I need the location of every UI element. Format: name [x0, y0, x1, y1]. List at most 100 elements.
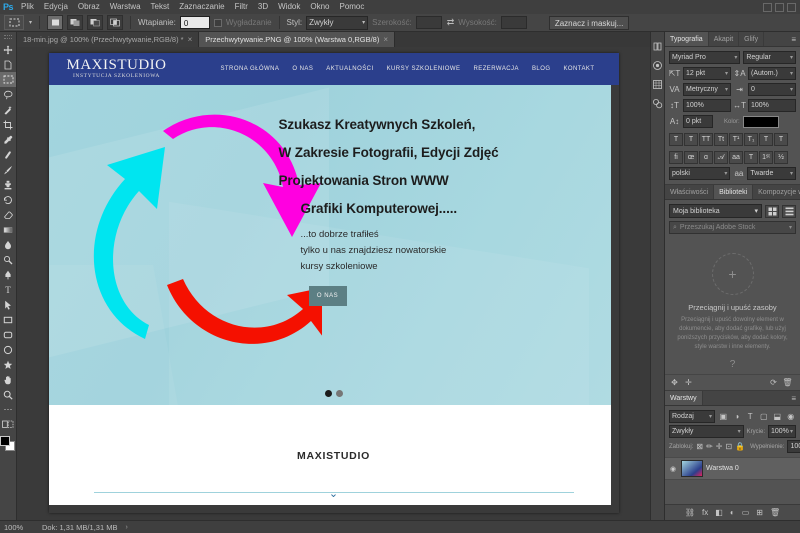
lock-all-icon[interactable]: 🔒 — [735, 441, 745, 453]
lock-artboard-icon[interactable]: ⊡ — [725, 441, 732, 453]
menu-obraz[interactable]: Obraz — [73, 0, 105, 14]
faux-bold-button[interactable]: T — [669, 133, 683, 146]
tab-typografia[interactable]: Typografia — [665, 32, 709, 46]
nav-kontakt[interactable]: KONTAKT — [563, 66, 594, 72]
rectangle-tool[interactable] — [0, 312, 16, 327]
slider-dot-2[interactable] — [335, 390, 343, 397]
pixel-filter-icon[interactable]: ▣ — [718, 411, 729, 423]
ordinals-button[interactable]: 1ˢᵗ — [759, 151, 773, 164]
minimize-button[interactable] — [763, 2, 772, 12]
chevron-down-icon[interactable]: ⌄ — [329, 489, 338, 500]
menu-filtr[interactable]: Filtr — [230, 0, 253, 14]
eraser-tool[interactable] — [0, 207, 16, 222]
character-styles-icon[interactable] — [651, 78, 664, 91]
horizontal-scale-input[interactable]: 100% — [748, 99, 796, 112]
fx-icon[interactable]: fx — [702, 508, 708, 517]
menu-edycja[interactable]: Edycja — [39, 0, 73, 14]
tab-biblioteki[interactable]: Biblioteki — [714, 185, 754, 199]
text-color-swatch[interactable] — [742, 115, 779, 128]
kerning-input[interactable]: Metryczny ▾ — [683, 83, 731, 96]
nav-strona-glowna[interactable]: STRONA GŁÓWNA — [220, 66, 279, 72]
zoom-level[interactable]: 100% — [4, 523, 34, 532]
eyedropper-tool[interactable] — [0, 132, 16, 147]
gradient-tool[interactable] — [0, 222, 16, 237]
add-to-selection-icon[interactable] — [67, 15, 84, 30]
menu-widok[interactable]: Widok — [273, 0, 305, 14]
library-select[interactable]: Moja biblioteka ▾ — [669, 204, 762, 218]
add-style-icon[interactable]: ✛ — [683, 377, 694, 388]
vertical-scale-input[interactable]: 100% — [683, 99, 731, 112]
quick-mask-icon[interactable] — [0, 417, 16, 432]
menu-zaznaczanie[interactable]: Zaznaczanie — [174, 0, 229, 14]
toolbar-grip[interactable] — [4, 35, 12, 39]
document-canvas[interactable]: MAXISTUDIO INSTYTUCJA SZKOLENIOWA STRONA… — [48, 53, 619, 513]
layer-name[interactable]: Warstwa 0 — [706, 465, 739, 472]
nav-kursy-szkoleniowe[interactable]: KURSY SZKOLENIOWE — [387, 66, 461, 72]
hero-cta-button[interactable]: O NAS — [308, 286, 347, 306]
blend-mode-select[interactable]: Zwykły ▾ — [669, 425, 744, 438]
adjustment-filter-icon[interactable]: ◑ — [732, 411, 743, 423]
style-select[interactable]: Zwykły ▾ — [306, 15, 369, 30]
close-icon[interactable]: × — [383, 35, 388, 44]
group-icon[interactable]: ▭ — [742, 508, 750, 517]
discretionary-ligatures-button[interactable]: ɑ — [699, 151, 713, 164]
quick-selection-tool[interactable] — [0, 102, 16, 117]
height-input[interactable] — [500, 16, 527, 29]
antialias-checkbox[interactable] — [213, 18, 222, 27]
artboard-tool[interactable] — [0, 57, 16, 72]
lock-image-icon[interactable]: ✏ — [706, 441, 713, 453]
swash-button[interactable]: 𝒜 — [714, 151, 728, 164]
help-icon[interactable]: ? — [669, 359, 796, 370]
standard-ligatures-button[interactable]: fi — [669, 151, 683, 164]
panel-menu-icon[interactable]: ≡ — [787, 32, 800, 46]
canvas-area[interactable]: MAXISTUDIO INSTYTUCJA SZKOLENIOWA STRONA… — [17, 47, 650, 520]
hand-tool[interactable] — [0, 372, 16, 387]
zoom-tool[interactable] — [0, 387, 16, 402]
menu-pomoc[interactable]: Pomoc — [334, 0, 369, 14]
contextual-alternates-button[interactable]: œ — [684, 151, 698, 164]
lasso-tool[interactable] — [0, 87, 16, 102]
intersect-selection-icon[interactable] — [107, 15, 124, 30]
width-input[interactable] — [415, 16, 442, 29]
type-filter-icon[interactable]: T — [745, 411, 756, 423]
stock-search-field[interactable]: ⌕ Przeszukaj Adobe Stock ▾ — [669, 221, 796, 234]
small-caps-button[interactable]: Tt — [714, 133, 728, 146]
menu-okno[interactable]: Okno — [305, 0, 334, 14]
shape-filter-icon[interactable]: ▢ — [759, 411, 770, 423]
status-chevron-icon[interactable]: › — [125, 524, 127, 531]
tool-preset-chevron-icon[interactable]: ▾ — [29, 19, 32, 26]
layer-filter-select[interactable]: Rodzaj ▾ — [669, 410, 715, 423]
history-panel-icon[interactable] — [651, 40, 664, 53]
tab-warstwy[interactable]: Warstwy — [665, 391, 703, 405]
list-view-icon[interactable] — [782, 204, 796, 218]
current-tool-icon[interactable] — [4, 15, 24, 30]
tab-kompozycje-warstw[interactable]: Kompozycje warstw — [753, 185, 800, 199]
layer-row[interactable]: ◉ Warstwa 0 — [665, 457, 800, 480]
document-tab-1[interactable]: 18-min.jpg @ 100% (Przechwytywanie,RGB/8… — [17, 32, 200, 47]
baseline-shift-input[interactable]: 0 pkt — [683, 115, 713, 128]
rounded-rectangle-tool[interactable] — [0, 327, 16, 342]
strikethrough-button[interactable]: T — [774, 133, 788, 146]
menu-warstwa[interactable]: Warstwa — [105, 0, 146, 14]
document-tab-2[interactable]: Przechwytywanie.PNG @ 100% (Warstwa 0,RG… — [199, 32, 395, 47]
tab-wlasciwosci[interactable]: Właściwości — [665, 185, 715, 199]
delete-icon[interactable]: 🗑 — [782, 377, 793, 388]
nav-blog[interactable]: BLOG — [532, 66, 550, 72]
select-and-mask-button[interactable]: Zaznacz i maskuj... — [548, 15, 630, 30]
canvas-vertical-scrollbar[interactable] — [610, 53, 619, 513]
slider-dot-1[interactable] — [324, 390, 332, 397]
nav-rezerwacja[interactable]: REZERWACJA — [473, 66, 519, 72]
panel-menu-icon[interactable]: ≡ — [787, 391, 800, 405]
move-tool[interactable] — [0, 42, 16, 57]
path-selection-tool[interactable] — [0, 297, 16, 312]
color-swatches[interactable] — [0, 436, 16, 452]
antialias-select[interactable]: Twarde ▾ — [747, 167, 796, 180]
language-select[interactable]: polski ▾ — [669, 167, 731, 180]
eye-icon[interactable]: ◉ — [668, 465, 678, 473]
menu-3d[interactable]: 3D — [253, 0, 273, 14]
blur-tool[interactable] — [0, 237, 16, 252]
chevron-down-icon[interactable]: ▾ — [789, 224, 792, 231]
canvas-horizontal-scrollbar[interactable] — [48, 505, 611, 513]
brush-tool[interactable] — [0, 162, 16, 177]
leading-input[interactable]: (Autom.) ▾ — [748, 67, 796, 80]
